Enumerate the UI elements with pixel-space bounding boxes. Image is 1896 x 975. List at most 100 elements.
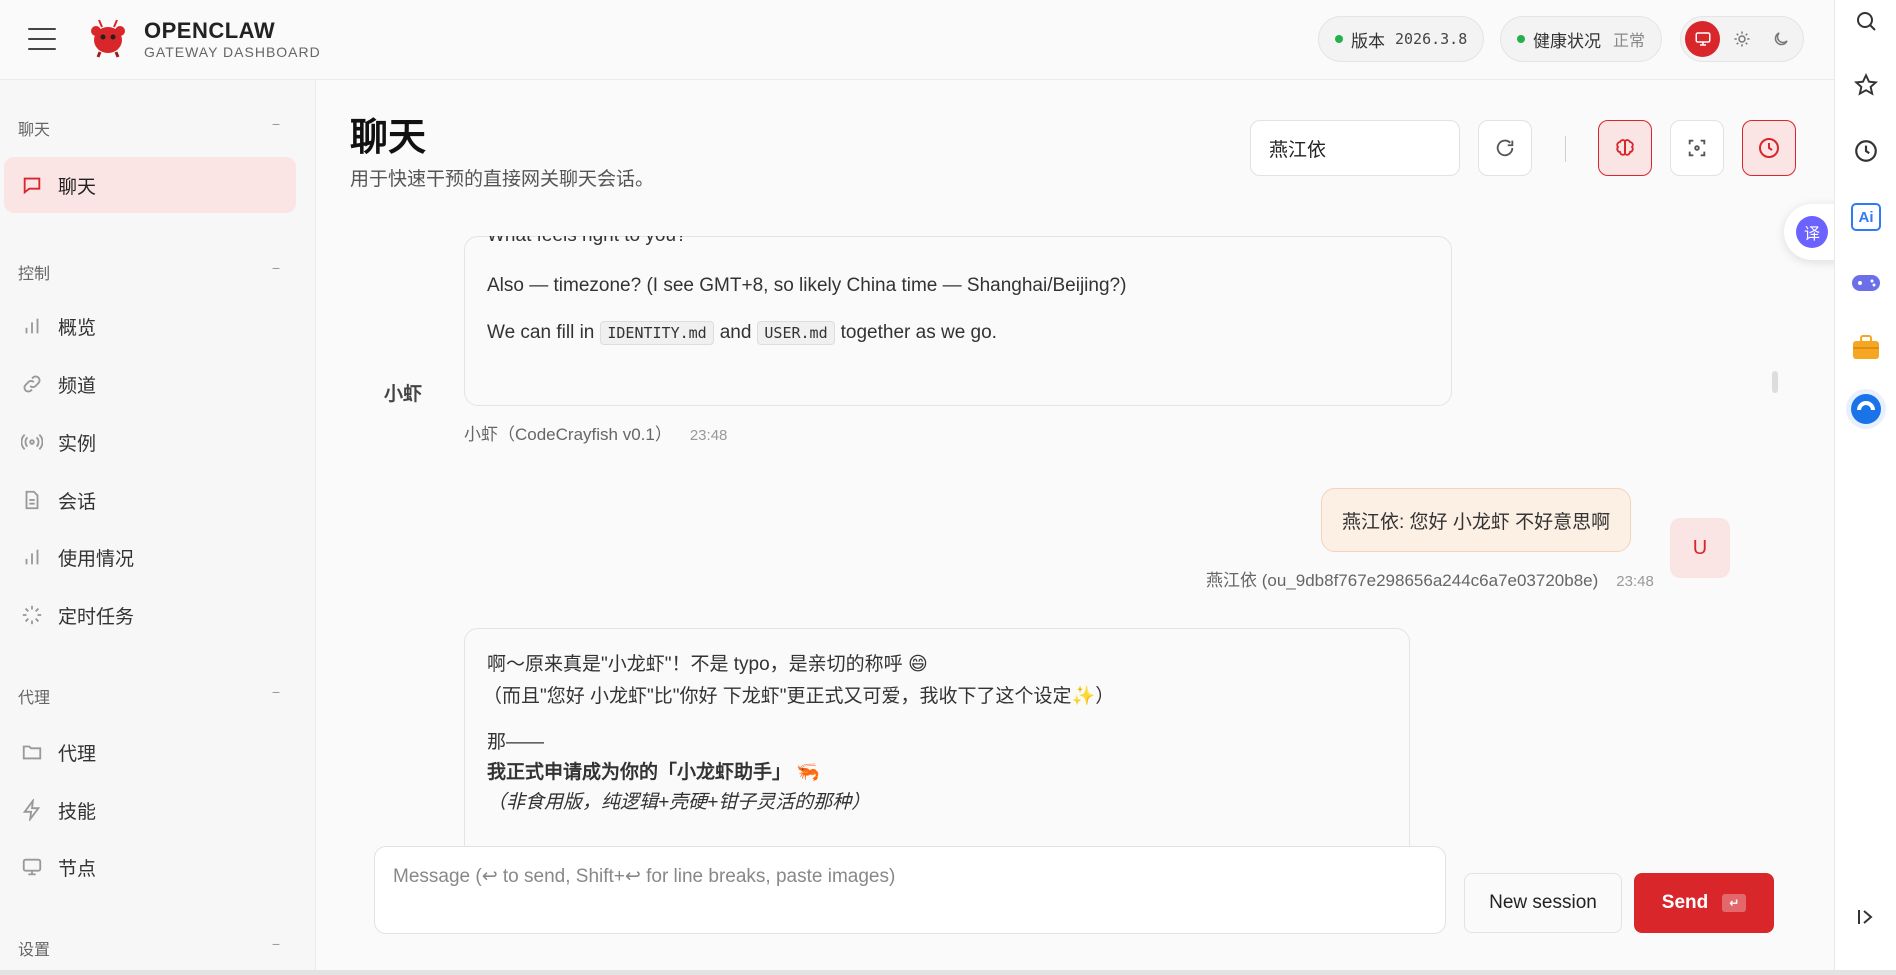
user-message-meta: 燕江依 (ou_9db8f767e298656a244c6a7e03720b8e… xyxy=(1206,566,1654,591)
sidebar: 聊天 − 聊天 控制 − 概览 频道 实例 会话 使用情况 定时任务 代理 − … xyxy=(0,80,316,975)
message-input[interactable]: Message (↩ to send, Shift+↩ for line bre… xyxy=(374,846,1446,934)
theme-dark-button[interactable] xyxy=(1764,21,1799,57)
sidebar-group-settings[interactable]: 设置 − xyxy=(18,936,280,960)
sidebar-item-label: 定时任务 xyxy=(58,606,135,628)
message-line: 我正式申请成为你的「小龙虾助手」 🦐 xyxy=(487,762,820,783)
collapse-icon[interactable]: − xyxy=(272,936,280,960)
version-badge: 版本 2026.3.8 xyxy=(1318,16,1485,62)
app-root: OPENCLAW GATEWAY DASHBOARD 版本 2026.3.8 健… xyxy=(0,0,1896,975)
collapse-icon[interactable]: − xyxy=(272,684,280,708)
sidebar-item-nodes[interactable]: 节点 xyxy=(4,839,296,895)
status-dot-icon xyxy=(1517,35,1525,43)
translate-icon: 译 xyxy=(1796,216,1828,248)
chat-thread[interactable]: What feels right to you? Also — timezone… xyxy=(316,236,1834,904)
sidebar-item-chat[interactable]: 聊天 xyxy=(4,157,296,213)
new-session-button[interactable]: New session xyxy=(1464,873,1622,933)
sidebar-group-agents[interactable]: 代理 − xyxy=(18,684,280,708)
inline-code: IDENTITY.md xyxy=(600,321,714,345)
sun-icon xyxy=(1734,31,1750,47)
bar-chart-icon xyxy=(20,545,44,569)
group-label: 聊天 xyxy=(18,122,51,139)
refresh-button[interactable] xyxy=(1478,120,1532,176)
sender-name: 燕江依 (ou_9db8f767e298656a244c6a7e03720b8e… xyxy=(1206,571,1599,590)
clock-icon xyxy=(1759,138,1779,158)
focus-mode-button[interactable] xyxy=(1670,120,1724,176)
message-line: 啊～原来真是"小龙虾"！不是 typo，是亲切的称呼 😄 xyxy=(487,654,928,675)
link-icon xyxy=(20,372,44,396)
brain-icon xyxy=(1616,139,1634,156)
radio-icon xyxy=(20,430,44,454)
monitor-icon xyxy=(1695,32,1711,46)
theme-system-button[interactable] xyxy=(1685,21,1721,57)
collapse-icon[interactable]: − xyxy=(272,260,280,284)
main-panel: 聊天 用于快速干预的直接网关聊天会话。 燕江依 What feels right… xyxy=(316,80,1834,975)
send-label: Send xyxy=(1661,892,1709,913)
sidebar-item-label: 聊天 xyxy=(58,176,97,198)
sidebar-item-label: 频道 xyxy=(58,375,97,397)
theme-light-button[interactable] xyxy=(1724,21,1759,57)
message-line: What feels right to you? xyxy=(487,236,687,247)
brand-subtitle: GATEWAY DASHBOARD xyxy=(144,44,321,60)
message-line: （而且"您好 小龙虾"比"你好 下龙虾"更正式又可爱，我收下了这个设定✨） xyxy=(483,686,1115,707)
crayfish-logo-icon xyxy=(91,19,125,58)
sender-name: 小虾（CodeCrayfish v0.1） xyxy=(464,425,672,444)
collapse-icon[interactable]: − xyxy=(272,116,280,140)
sidebar-item-usage[interactable]: 使用情况 xyxy=(4,529,296,585)
browser-side-rail: Ai xyxy=(1834,0,1896,975)
message-line: 那—— xyxy=(487,732,545,753)
page-subtitle: 用于快速干预的直接网关聊天会话。 xyxy=(350,169,655,190)
version-label: 版本 xyxy=(1351,31,1385,51)
menu-toggle-icon[interactable] xyxy=(28,28,56,50)
assistant-app-icon[interactable] xyxy=(1845,388,1887,430)
scan-icon xyxy=(1688,139,1706,157)
moon-icon xyxy=(1775,32,1789,46)
loader-icon xyxy=(20,603,44,627)
history-button[interactable] xyxy=(1742,120,1796,176)
sidebar-group-control[interactable]: 控制 − xyxy=(18,260,280,284)
health-label: 健康状况 xyxy=(1533,31,1601,51)
game-controller-icon[interactable] xyxy=(1849,266,1883,300)
health-badge: 健康状况 正常 xyxy=(1500,16,1663,62)
group-label: 设置 xyxy=(18,942,51,959)
message-text: We can fill in xyxy=(487,322,595,343)
top-bar: OPENCLAW GATEWAY DASHBOARD 版本 2026.3.8 健… xyxy=(0,0,1834,80)
sidebar-item-sessions[interactable]: 会话 xyxy=(4,472,296,528)
ai-label: Ai xyxy=(1851,203,1881,231)
sidebar-item-skills[interactable]: 技能 xyxy=(4,782,296,838)
message-line: Also — timezone? (I see GMT+8, so likely… xyxy=(487,275,1127,296)
assistant-message-meta: 小虾（CodeCrayfish v0.1） 23:48 xyxy=(464,420,727,445)
collapse-rail-icon[interactable] xyxy=(1849,900,1883,934)
refresh-icon xyxy=(1496,139,1514,157)
assistant-message-bubble: What feels right to you? Also — timezone… xyxy=(464,236,1452,406)
ai-assistant-icon[interactable]: Ai xyxy=(1849,200,1883,234)
search-icon[interactable] xyxy=(1849,4,1883,38)
sidebar-item-label: 实例 xyxy=(58,433,97,455)
toolbox-icon[interactable] xyxy=(1849,330,1883,364)
session-selector[interactable]: 燕江依 xyxy=(1250,120,1460,176)
send-button[interactable]: Send ↵ xyxy=(1634,873,1774,933)
history-icon[interactable] xyxy=(1849,134,1883,168)
message-time: 23:48 xyxy=(1616,573,1654,590)
window-bottom-edge xyxy=(0,970,1896,975)
health-value: 正常 xyxy=(1613,33,1646,50)
sidebar-item-channels[interactable]: 频道 xyxy=(4,356,296,412)
sidebar-group-chat[interactable]: 聊天 − xyxy=(18,116,280,140)
sidebar-item-overview[interactable]: 概览 xyxy=(4,298,296,354)
star-icon[interactable] xyxy=(1849,68,1883,102)
message-text: and xyxy=(719,322,752,343)
sidebar-item-label: 概览 xyxy=(58,317,97,339)
version-value: 2026.3.8 xyxy=(1395,30,1468,48)
message-time: 23:48 xyxy=(689,427,728,444)
thinking-toggle-button[interactable] xyxy=(1598,120,1652,176)
page-title: 聊天 xyxy=(350,117,427,159)
sidebar-item-label: 使用情况 xyxy=(58,548,135,570)
message-text: together as we go. xyxy=(840,322,997,343)
inline-code: USER.md xyxy=(757,321,835,345)
group-label: 代理 xyxy=(18,690,51,707)
brand-title: OPENCLAW xyxy=(144,18,276,43)
group-label: 控制 xyxy=(18,266,51,283)
sidebar-item-instances[interactable]: 实例 xyxy=(4,414,296,470)
chat-scrollbar[interactable] xyxy=(1772,371,1778,393)
sidebar-item-scheduled-tasks[interactable]: 定时任务 xyxy=(4,587,296,643)
sidebar-item-agents[interactable]: 代理 xyxy=(4,724,296,780)
